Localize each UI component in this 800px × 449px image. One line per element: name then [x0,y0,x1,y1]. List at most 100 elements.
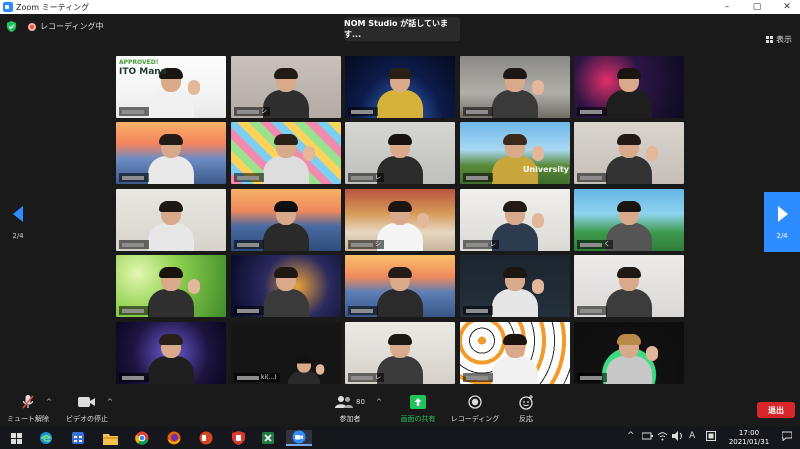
record-button[interactable]: レコーディング [450,394,500,424]
participant-video [148,267,200,317]
participant-name-label [348,306,378,315]
participant-video-tile[interactable] [231,122,341,184]
maximize-icon[interactable]: ▢ [742,0,772,14]
participant-video-tile[interactable] [460,255,570,317]
participant-video-tile[interactable]: University [460,122,570,184]
close-icon[interactable]: ✕ [772,0,800,14]
video-camera-icon [78,394,96,410]
participant-video-tile[interactable]: シ [231,56,341,118]
shield-icon[interactable] [6,21,17,32]
participant-video-tile[interactable] [116,322,226,384]
virtual-background-text: ITO Mana [119,67,167,77]
record-icon [468,394,482,410]
shield-app-icon[interactable] [230,430,246,446]
participants-label: 参加者 [339,415,361,423]
edge-browser-icon[interactable] [38,430,54,446]
participant-video-tile[interactable] [231,189,341,251]
file-explorer-icon[interactable] [102,430,118,446]
participant-name-label [463,306,493,315]
participant-video-tile[interactable]: レ [345,122,455,184]
system-clock[interactable]: 17:00 2021/01/31 [724,429,774,447]
windows-start-icon[interactable] [8,430,24,446]
participants-options-chevron-icon[interactable]: ^ [376,398,382,406]
participant-name-label [463,173,493,182]
arrow-right-icon [778,206,788,222]
participants-icon: 80 [335,394,365,410]
muted-microphone-icon [21,394,35,410]
participant-video [492,334,538,384]
participant-video-tile[interactable] [460,56,570,118]
participant-video [492,267,544,317]
participant-video-tile[interactable]: ki(...) [231,322,341,384]
participant-video [377,68,423,118]
show-hidden-icons-chevron-icon[interactable]: ^ [627,431,635,441]
reactions-button[interactable]: 反応 [512,394,540,424]
share-screen-button[interactable]: 画面の共有 [394,394,442,424]
wifi-icon[interactable] [657,431,668,444]
participant-video-tile[interactable]: レ [460,189,570,251]
participants-count: 80 [356,398,365,406]
minimize-icon[interactable]: – [712,0,742,14]
participant-video [492,134,544,184]
participant-name-label [577,173,607,182]
chrome-browser-icon[interactable] [134,430,150,446]
participant-video-tile[interactable]: く [574,189,684,251]
page-indicator-left: 2/4 [12,232,24,240]
participant-video-tile[interactable] [116,255,226,317]
participant-video-tile[interactable] [460,322,570,384]
keyboard-icon[interactable] [706,431,716,444]
powerpoint-icon[interactable] [198,430,214,446]
participant-video-tile[interactable] [574,56,684,118]
participant-video-tile[interactable] [345,56,455,118]
view-button[interactable]: 表示 [766,34,792,45]
leave-meeting-button[interactable]: 退出 [757,402,795,418]
participant-video-tile[interactable] [574,122,684,184]
participant-name-label: レ [348,173,385,182]
participant-video [606,334,658,384]
participant-name-label [463,373,493,382]
smiley-icon [518,394,534,410]
participant-video-tile[interactable] [116,122,226,184]
meeting-toolbar: ミュート解除 ^ ビデオの停止 ^ 80 参加者 ^ 画面の共有 レコーディング… [0,390,800,427]
ime-indicator[interactable]: A [689,431,695,441]
participant-name-label: く [577,240,614,249]
participants-button[interactable]: 80 参加者 [330,394,370,424]
participant-name-label [119,107,149,116]
participant-video-tile[interactable] [231,255,341,317]
audio-options-chevron-icon[interactable]: ^ [46,398,52,406]
arrow-left-icon [13,206,23,222]
participant-video [148,201,194,251]
next-page-button[interactable]: 2/4 [764,192,800,252]
participant-video-tile[interactable]: シ [345,189,455,251]
participant-video [606,68,652,118]
participant-video-tile[interactable] [116,189,226,251]
participant-video-tile[interactable] [345,255,455,317]
record-label: レコーディング [450,415,500,423]
windows-taskbar: ^ A 17:00 2021/01/31 [0,427,800,449]
unmute-button[interactable]: ミュート解除 [6,394,50,424]
participant-name-label [234,173,264,182]
excel-icon[interactable] [260,430,276,446]
notification-icon[interactable] [781,431,793,444]
previous-page-button[interactable]: 2/4 [0,192,36,252]
participant-video-tile[interactable]: レ [345,322,455,384]
participant-name-label: シ [348,240,385,249]
zoom-taskbar-icon[interactable] [286,430,312,446]
stop-video-button[interactable]: ビデオの停止 [64,394,110,424]
participant-video-tile[interactable] [574,255,684,317]
share-screen-icon [410,394,426,410]
firefox-browser-icon[interactable] [166,430,182,446]
participant-video-tile[interactable] [574,322,684,384]
volume-icon[interactable] [672,431,683,444]
recording-status: レコーディング中 [40,22,104,31]
calendar-app-icon[interactable] [70,430,86,446]
participant-name-label [577,107,607,116]
network-icon[interactable] [641,431,654,444]
participant-video-tile[interactable]: APPROVED! ITO Mana [116,56,226,118]
clock-date: 2021/01/31 [728,438,770,446]
participant-name-label [119,306,149,315]
view-label: 表示 [776,35,792,44]
participant-video [148,334,194,384]
gallery-view: APPROVED! ITO Mana シレ University シレく ki(...) レ [116,56,687,384]
video-options-chevron-icon[interactable]: ^ [107,398,113,406]
